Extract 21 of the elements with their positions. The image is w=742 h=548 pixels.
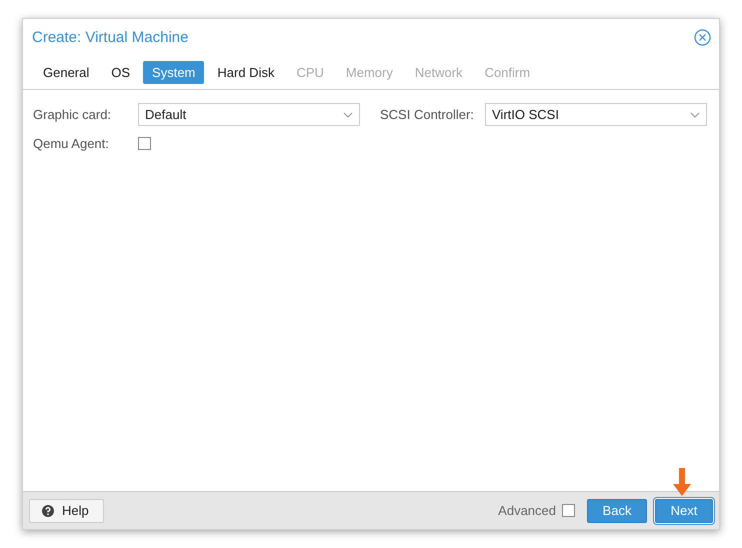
next-button[interactable]: Next xyxy=(655,498,713,522)
help-button[interactable]: Help xyxy=(29,498,104,522)
scsi-controller-dropdown[interactable]: VirtIO SCSI xyxy=(485,103,707,126)
field-label: Graphic card: xyxy=(33,107,112,122)
tab[interactable]: Hard Disk xyxy=(208,61,284,84)
arrow-down-icon xyxy=(673,468,691,496)
help-icon xyxy=(42,504,54,516)
chevron-down-icon xyxy=(343,112,353,118)
window-title: Create: Virtual Machine xyxy=(32,29,188,46)
checkbox[interactable] xyxy=(138,137,151,150)
tab[interactable]: General xyxy=(34,61,98,84)
field-label: Qemu Agent: xyxy=(33,136,110,151)
tab[interactable]: OS xyxy=(102,61,140,84)
chevron-down-icon xyxy=(690,112,700,118)
advanced-label: Advanced xyxy=(498,503,556,518)
checkbox[interactable] xyxy=(562,504,575,517)
tab[interactable]: System xyxy=(143,61,204,84)
back-button[interactable]: Back xyxy=(587,498,647,522)
close-icon[interactable] xyxy=(694,29,711,46)
field-label: SCSI Controller: xyxy=(380,107,475,122)
graphic-card-dropdown[interactable]: Default xyxy=(138,103,360,126)
